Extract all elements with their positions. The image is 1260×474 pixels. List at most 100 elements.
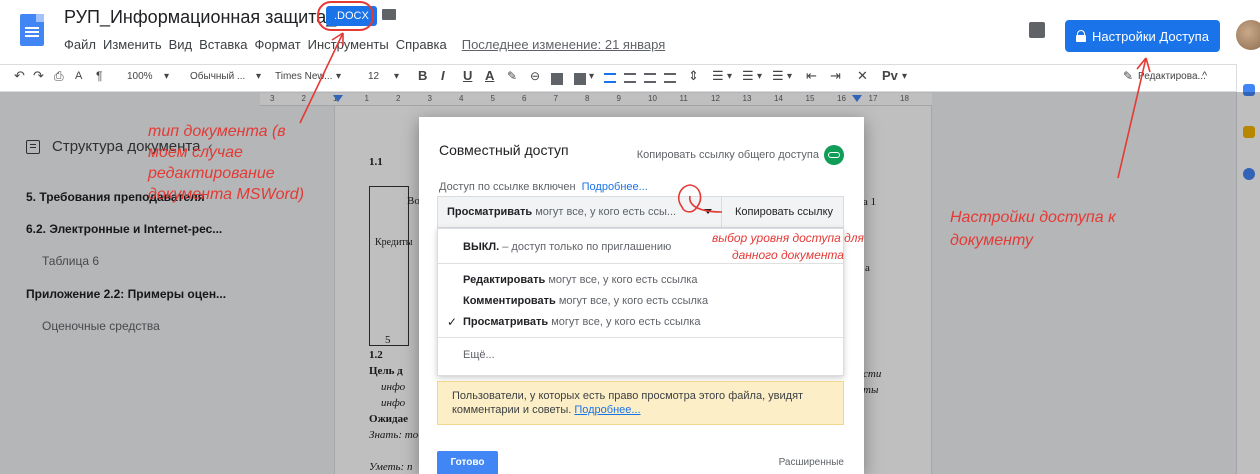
paint-format-icon[interactable]: ¶ [96, 69, 102, 83]
chevron-down-icon[interactable] [704, 209, 712, 214]
option-bold: Комментировать [463, 295, 556, 307]
zoom-caret-icon: ▾ [164, 71, 170, 82]
bullet-caret-icon: ▾ [757, 71, 763, 82]
font-size-select[interactable]: 12 [368, 71, 379, 82]
menu-format[interactable]: Формат [254, 37, 300, 52]
menu-item-more[interactable]: Ещё... [463, 349, 495, 361]
underline-button[interactable]: U [463, 68, 472, 83]
annotation-doc-type: тип документа (в моем случае редактирова… [148, 121, 304, 205]
highlight-icon[interactable]: ✎ [507, 69, 517, 83]
style-caret-icon: ▾ [256, 71, 262, 82]
annotation-line: документа MSWord) [148, 186, 305, 203]
edit-mode-select[interactable]: Редактирова... [1138, 71, 1206, 82]
avatar[interactable] [1236, 20, 1260, 50]
divider [438, 337, 843, 338]
option-bold: ВЫКЛ. [463, 241, 500, 253]
comments-icon[interactable] [1029, 22, 1045, 38]
annotation-line: Настройки доступа к [950, 209, 1116, 226]
toolbar: ↶ ↷ ⎙ A ¶ 100% ▾ Обычный ... ▾ Times New… [0, 64, 1236, 92]
menu-item-edit[interactable]: Редактировать могут все, у кого есть ссы… [463, 274, 698, 286]
divider [721, 197, 722, 227]
menu-view[interactable]: Вид [169, 37, 193, 52]
learn-more-link[interactable]: Подробнее... [582, 181, 648, 193]
option-rest: могут все, у кого есть ссылка [555, 295, 709, 307]
docs-logo-icon[interactable] [20, 14, 44, 46]
line-spacing-icon[interactable]: ⇕ [688, 68, 699, 84]
text-color-button[interactable]: A [485, 68, 494, 83]
decrease-indent-icon[interactable]: ⇤ [806, 68, 817, 84]
bullet-list-icon[interactable]: ☰ [742, 68, 754, 84]
folder-icon[interactable] [382, 9, 396, 20]
align-center-icon[interactable] [624, 73, 636, 83]
undo-icon[interactable]: ↶ [14, 68, 25, 84]
pv-caret-icon: ▾ [902, 71, 908, 82]
font-caret-icon: ▾ [336, 71, 342, 82]
option-rest: могут все, у кого есть ссылка [548, 316, 701, 328]
pv-button[interactable]: Pv [882, 68, 898, 83]
info-notice: Пользователи, у которых есть право просм… [437, 381, 844, 425]
option-rest: – доступ только по приглашению [499, 241, 672, 253]
info-learn-more-link[interactable]: Подробнее... [574, 404, 640, 416]
menu-edit[interactable]: Изменить [103, 37, 162, 52]
image-icon[interactable] [574, 73, 586, 85]
link-icon[interactable]: ⊖ [530, 69, 540, 83]
access-level-bold: Просматривать [447, 206, 533, 218]
annotation-line: документу [950, 232, 1033, 249]
dialog-title: Совместный доступ [439, 142, 569, 158]
menu-insert[interactable]: Вставка [199, 37, 247, 52]
size-caret-icon: ▾ [394, 71, 400, 82]
italic-button[interactable]: I [441, 68, 445, 83]
checklist-icon[interactable]: ☰ [712, 68, 724, 84]
access-level-value: Просматривать могут все, у кого есть ссы… [447, 206, 692, 218]
annotation-line: моем случае [148, 144, 243, 161]
align-justify-icon[interactable] [664, 73, 676, 83]
access-level-select[interactable]: Просматривать могут все, у кого есть ссы… [437, 196, 844, 228]
menu-bar: Файл Изменить Вид Вставка Формат Инструм… [64, 37, 665, 52]
option-rest: могут все, у кого есть ссылка [545, 274, 698, 286]
numbered-caret-icon: ▾ [787, 71, 793, 82]
spellcheck-icon[interactable]: A [75, 70, 82, 82]
font-select[interactable]: Times New... [275, 71, 332, 82]
lock-icon [1076, 30, 1087, 42]
link-access-status: Доступ по ссылке включен Подробнее... [439, 181, 648, 193]
numbered-list-icon[interactable]: ☰ [772, 68, 784, 84]
image-caret-icon: ▾ [589, 71, 595, 82]
access-level-rest: могут все, у кого есть ссы... [532, 206, 677, 218]
print-icon[interactable]: ⎙ [54, 69, 64, 84]
increase-indent-icon[interactable]: ⇥ [830, 68, 841, 84]
copy-link-button[interactable]: Копировать ссылку [724, 206, 844, 218]
share-dialog: Совместный доступ Копировать ссылку обще… [419, 117, 864, 474]
pencil-icon: ✎ [1123, 69, 1134, 83]
share-button-label: Настройки Доступа [1092, 28, 1209, 44]
redo-icon[interactable]: ↷ [33, 68, 44, 84]
menu-help[interactable]: Справка [396, 37, 447, 52]
check-icon: ✓ [447, 315, 458, 329]
collapse-toolbar-icon[interactable]: ^ [1202, 70, 1207, 82]
menu-item-comment[interactable]: Комментировать могут все, у кого есть сс… [463, 295, 708, 307]
done-button[interactable]: Готово [437, 451, 498, 474]
menu-item-off[interactable]: ВЫКЛ. – доступ только по приглашению [463, 241, 671, 253]
menu-tools[interactable]: Инструменты [308, 37, 389, 52]
style-select[interactable]: Обычный ... [190, 71, 245, 82]
align-left-icon[interactable] [604, 73, 616, 83]
align-right-icon[interactable] [644, 73, 656, 83]
annotation-share-settings: Настройки доступа к документу [950, 206, 1116, 252]
option-bold: Просматривать [463, 316, 549, 328]
annotation-line: тип документа (в [148, 123, 286, 140]
annotation-line: редактирование [148, 165, 275, 182]
menu-item-view[interactable]: Просматривать могут все, у кого есть ссы… [463, 316, 700, 328]
advanced-link[interactable]: Расширенные [779, 457, 844, 468]
last-edit-link[interactable]: Последнее изменение: 21 января [462, 37, 666, 52]
checklist-caret-icon: ▾ [727, 71, 733, 82]
annotation-circle [317, 1, 374, 31]
clear-format-icon[interactable]: ✕ [857, 68, 868, 84]
copy-public-link-button[interactable]: Копировать ссылку общего доступа [637, 145, 844, 165]
annotation-access-level: выбор уровня доступа для данного докумен… [712, 230, 864, 264]
share-button[interactable]: Настройки Доступа [1065, 20, 1220, 52]
copy-public-link-label: Копировать ссылку общего доступа [636, 149, 819, 161]
zoom-select[interactable]: 100% [127, 71, 153, 82]
comment-add-icon[interactable] [551, 73, 563, 85]
annotation-line: выбор уровня доступа для [712, 231, 864, 245]
bold-button[interactable]: B [418, 68, 427, 83]
menu-file[interactable]: Файл [64, 37, 96, 52]
